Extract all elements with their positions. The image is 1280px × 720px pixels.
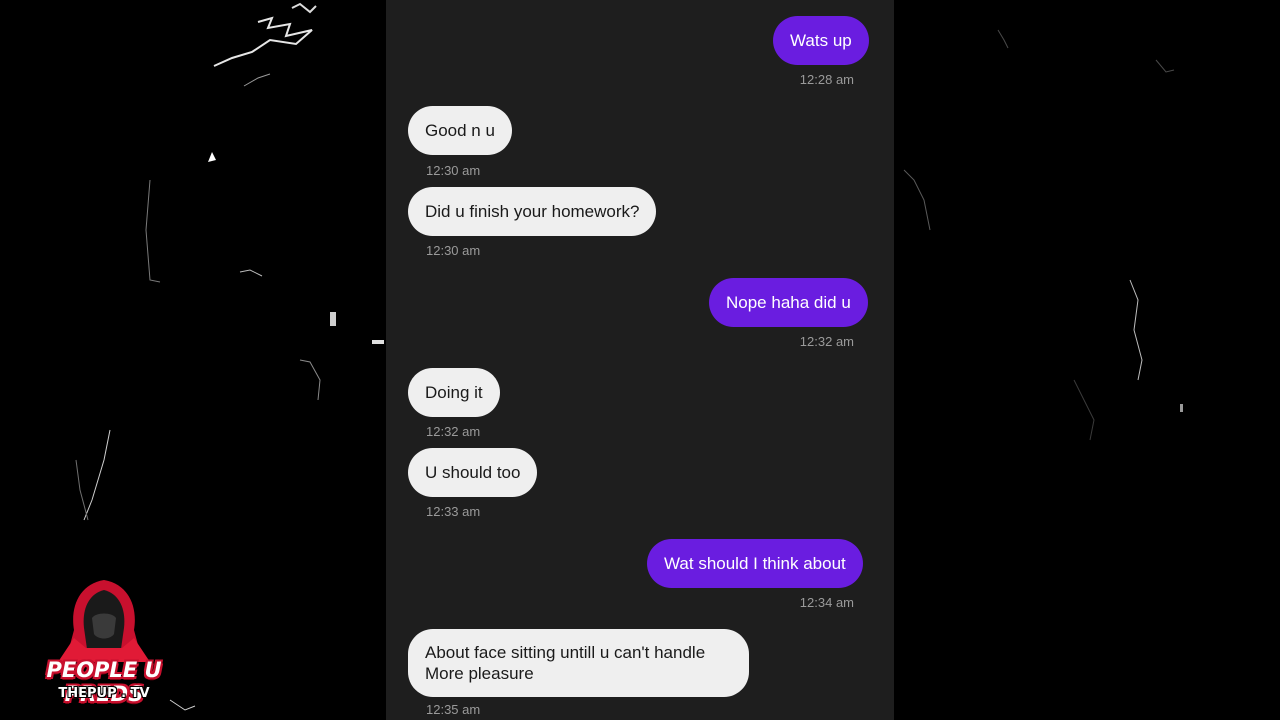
chat-screen: Wats up 12:28 am Good n u 12:30 am Did u… — [386, 0, 894, 720]
message-timestamp: 12:34 am — [799, 595, 854, 610]
channel-logo: PEOPLE U PREDS THEPUP . TV — [18, 578, 190, 708]
message-bubble-outgoing[interactable]: Wat should I think about — [647, 539, 863, 588]
message-bubble-outgoing[interactable]: Wats up — [773, 16, 869, 65]
message-timestamp: 12:32 am — [426, 424, 481, 439]
logo-site: THEPUP . TV — [58, 686, 150, 701]
message-text-line: About face sitting untill u can't handle — [425, 643, 706, 662]
message-timestamp: 12:30 am — [426, 163, 481, 178]
message-timestamp: 12:28 am — [799, 72, 854, 87]
message-timestamp: 12:35 am — [426, 702, 481, 717]
right-background-art — [903, 29, 1183, 441]
message-bubble-incoming[interactable]: Doing it — [408, 368, 500, 417]
message-bubble-incoming[interactable]: Good n u — [408, 106, 512, 155]
message-bubble-incoming[interactable]: Did u finish your homework? — [408, 187, 657, 236]
message-bubble-incoming[interactable]: About face sitting untill u can't handle… — [408, 629, 749, 697]
message-timestamp: 12:32 am — [799, 334, 854, 349]
message-timestamp: 12:30 am — [426, 243, 481, 258]
right-background-photo — [894, 0, 1280, 720]
message-timestamp: 12:33 am — [426, 504, 481, 519]
message-bubble-incoming[interactable]: U should too — [408, 448, 538, 497]
message-bubble-outgoing[interactable]: Nope haha did u — [709, 278, 868, 327]
message-text-line: More pleasure — [425, 664, 534, 683]
